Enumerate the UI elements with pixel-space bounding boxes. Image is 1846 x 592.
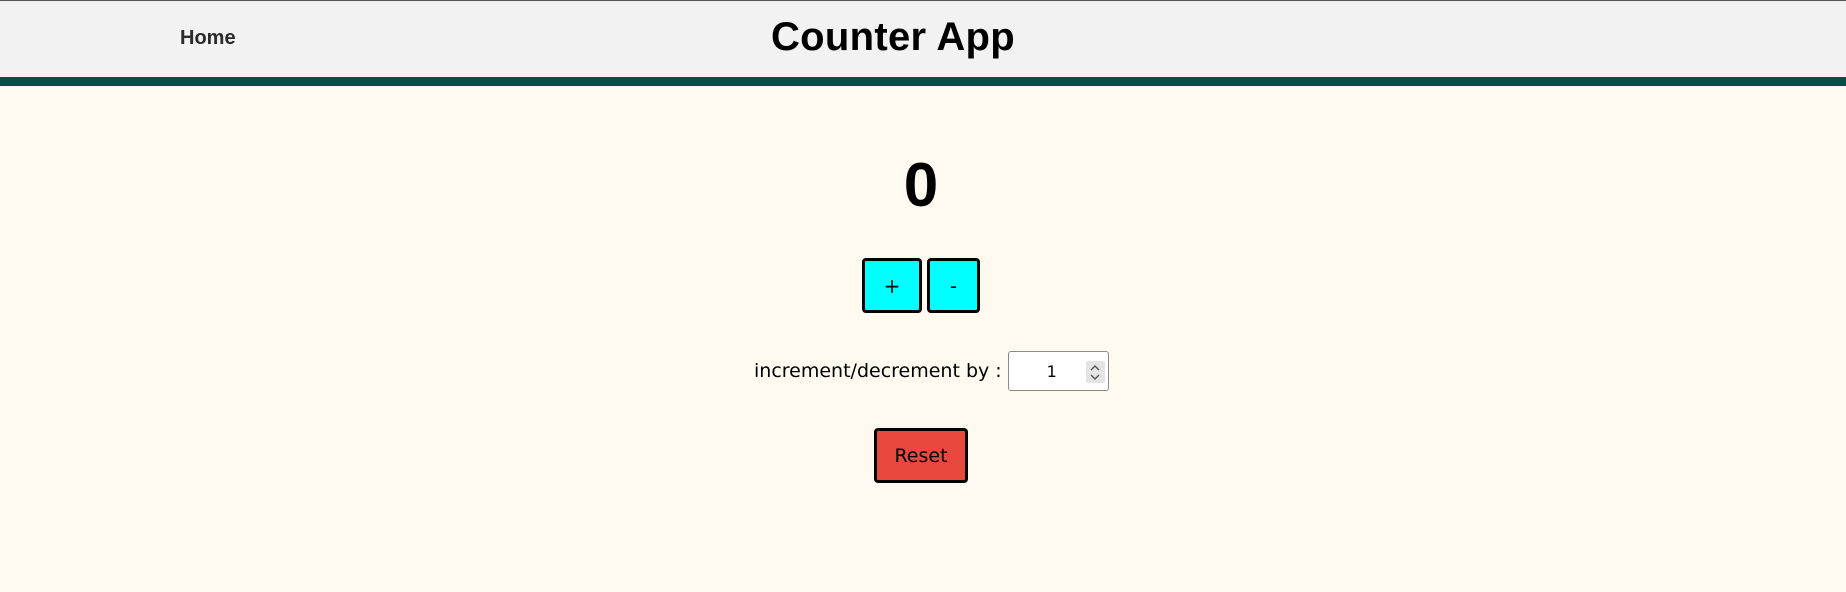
app-header: Home Counter App — [0, 0, 1846, 86]
chevron-up-icon[interactable] — [1090, 364, 1100, 371]
decrement-button[interactable]: - — [927, 258, 980, 313]
chevron-down-icon[interactable] — [1090, 374, 1100, 380]
page-title: Counter App — [770, 15, 1015, 59]
step-label: increment/decrement by : — [754, 360, 1002, 382]
increment-button[interactable]: + — [862, 258, 922, 313]
reset-button[interactable]: Reset — [874, 428, 968, 483]
counter-controls: + - — [862, 258, 980, 313]
counter-display: 0 — [903, 151, 939, 220]
step-input[interactable] — [1008, 352, 1085, 390]
step-control: increment/decrement by : — [754, 351, 1109, 391]
step-input-box — [1007, 351, 1109, 391]
step-spinner[interactable] — [1085, 361, 1105, 383]
